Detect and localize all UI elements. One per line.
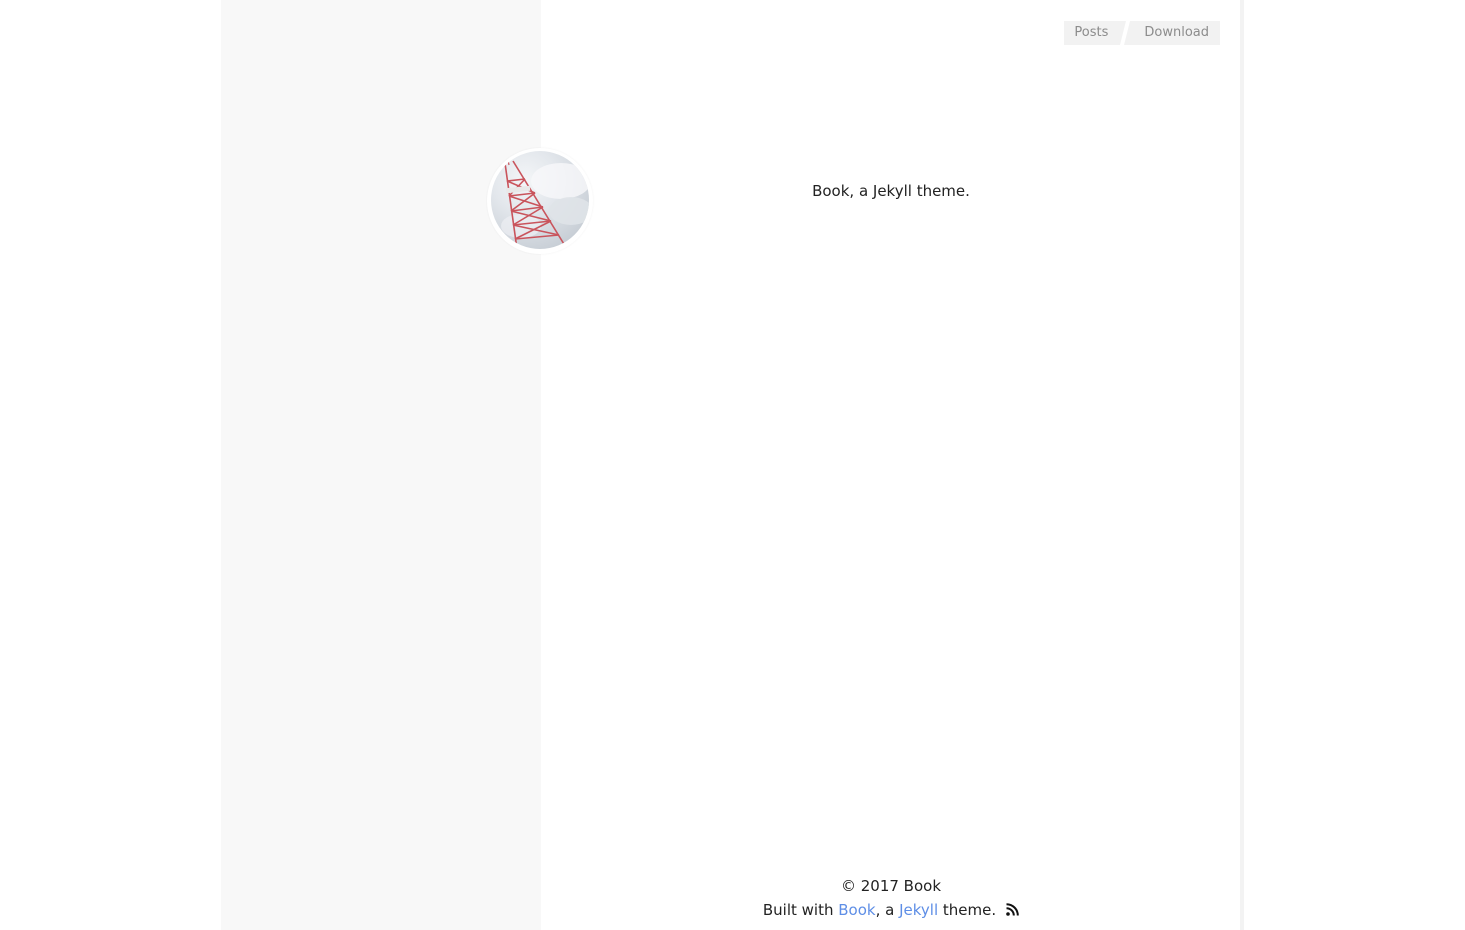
site-tagline: Book, a Jekyll theme. <box>812 182 970 200</box>
footer: © 2017 Book Built with Book, a Jekyll th… <box>541 874 1241 922</box>
jekyll-link[interactable]: Jekyll <box>899 901 938 919</box>
rss-icon[interactable] <box>1006 903 1019 916</box>
page-right-border <box>1240 0 1244 930</box>
avatar[interactable] <box>487 148 593 254</box>
copyright-text: © 2017 Book <box>840 877 942 895</box>
separator-text: , a <box>875 901 900 919</box>
built-prefix-text: Built with <box>762 901 839 919</box>
sidebar <box>221 0 541 930</box>
theme-suffix-text: theme. <box>938 901 997 919</box>
page-container: Posts Download Book, a Jekyll theme. © 2… <box>221 0 1241 930</box>
built-with-line: Built with Book, a Jekyll theme. <box>541 898 1241 922</box>
nav-download-link[interactable]: Download <box>1130 21 1220 45</box>
nav-posts-link[interactable]: Posts <box>1064 21 1121 45</box>
book-link[interactable]: Book <box>838 901 875 919</box>
tokyo-tower-photo <box>491 151 589 249</box>
top-nav: Posts Download <box>1064 21 1220 45</box>
nav-separator <box>1120 21 1131 45</box>
